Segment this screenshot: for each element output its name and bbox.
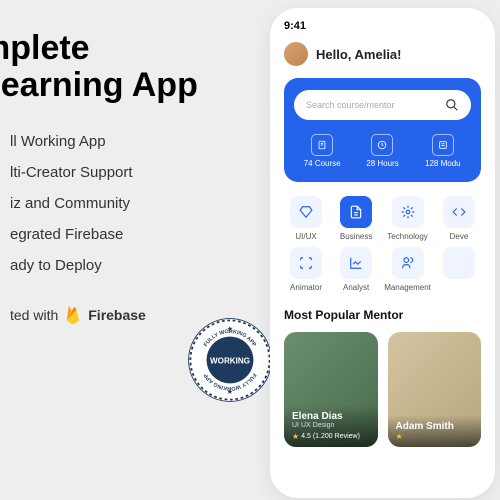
- code-icon: [452, 205, 466, 219]
- chart-icon: [349, 256, 363, 270]
- stat-hours[interactable]: 28 Hours: [354, 134, 410, 168]
- avatar[interactable]: [284, 42, 308, 66]
- gear-icon: [401, 205, 415, 219]
- search-placeholder: Search course/mentor: [306, 100, 395, 110]
- stat-courses[interactable]: 74 Course: [294, 134, 350, 168]
- headline: mplete Learning App: [0, 30, 240, 105]
- svg-text:WORKING: WORKING: [210, 357, 250, 366]
- mentor-list: Elena Dias UI UX Design ★4.5 (1.200 Revi…: [284, 332, 481, 447]
- firebase-icon: [64, 304, 82, 326]
- category-dev[interactable]: Deve: [437, 196, 481, 241]
- category-animator[interactable]: Animator: [284, 247, 328, 292]
- mentor-role: UI UX Design: [292, 422, 370, 429]
- greeting-row: Hello, Amelia!: [284, 42, 481, 66]
- clock-icon: [371, 134, 393, 156]
- stat-modules[interactable]: 128 Modu: [415, 134, 471, 168]
- search-icon: [445, 98, 459, 112]
- hero-card: Search course/mentor 74 Course 28 Hours …: [284, 78, 481, 182]
- category-analyst[interactable]: Analyst: [334, 247, 378, 292]
- svg-text:★: ★: [227, 387, 233, 396]
- feature-item: ll Working App: [10, 133, 240, 150]
- mentor-name: Elena Dias: [292, 411, 370, 422]
- mentor-name: Adam Smith: [396, 421, 474, 432]
- svg-text:★: ★: [227, 324, 233, 333]
- category-more[interactable]: [437, 247, 481, 292]
- mentor-card[interactable]: Elena Dias UI UX Design ★4.5 (1.200 Revi…: [284, 332, 378, 447]
- search-input[interactable]: Search course/mentor: [294, 90, 471, 120]
- star-icon: ★: [292, 432, 299, 441]
- clipboard-icon: [311, 134, 333, 156]
- working-badge: WORKING FULLY WORKING APP FULLY WORKING …: [185, 315, 275, 405]
- greeting-text: Hello, Amelia!: [316, 47, 401, 62]
- category-technology[interactable]: Technology: [384, 196, 431, 241]
- people-icon: [401, 256, 415, 270]
- feature-item: iz and Community: [10, 195, 240, 212]
- feature-list: ll Working App lti-Creator Support iz an…: [10, 133, 240, 274]
- category-business[interactable]: Business: [334, 196, 378, 241]
- star-icon: ★: [396, 432, 403, 441]
- mentor-rating: ★4.5 (1.200 Review): [292, 432, 370, 441]
- feature-item: ady to Deploy: [10, 257, 240, 274]
- feature-item: egrated Firebase: [10, 226, 240, 243]
- stats-row: 74 Course 28 Hours 128 Modu: [294, 134, 471, 168]
- diamond-icon: [299, 205, 313, 219]
- phone-mockup: 9:41 Hello, Amelia! Search course/mentor…: [270, 8, 495, 498]
- section-title: Most Popular Mentor: [284, 308, 481, 322]
- mentor-card[interactable]: Adam Smith ★: [388, 332, 482, 447]
- category-management[interactable]: Management: [384, 247, 431, 292]
- modules-icon: [432, 134, 454, 156]
- status-time: 9:41: [284, 20, 481, 32]
- scan-icon: [299, 256, 313, 270]
- mentor-rating: ★: [396, 432, 474, 441]
- feature-item: lti-Creator Support: [10, 164, 240, 181]
- category-uiux[interactable]: UI/UX: [284, 196, 328, 241]
- marketing-panel: mplete Learning App ll Working App lti-C…: [0, 30, 240, 326]
- document-icon: [349, 205, 363, 219]
- categories-grid: UI/UX Business Technology Deve Animator …: [284, 196, 481, 292]
